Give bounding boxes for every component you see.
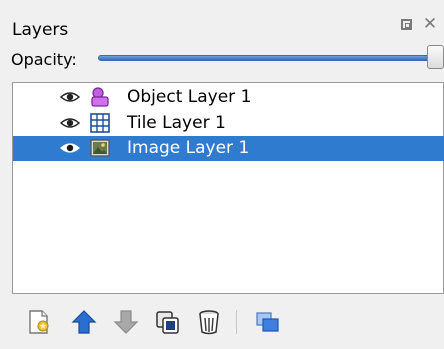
opacity-slider-track[interactable] [98,55,436,61]
visibility-eye-icon[interactable] [60,116,80,130]
panel-titlebar: Layers ✕ [0,0,444,44]
visibility-eye-icon[interactable] [60,141,80,155]
layer-row-tile-layer[interactable]: Tile Layer 1 [13,111,444,136]
visibility-eye-icon[interactable] [60,90,80,104]
close-panel-button[interactable]: ✕ [420,14,440,34]
float-panel-button[interactable] [396,14,416,34]
toolbar-separator [236,310,237,334]
image-layer-icon [90,139,110,157]
lower-layer-icon[interactable] [112,308,140,336]
layer-list: Object Layer 1 Tile Layer 1 Image Layer … [12,82,444,294]
tile-layer-icon [90,113,110,133]
layer-row-object-layer[interactable]: Object Layer 1 [13,85,444,110]
close-icon: ✕ [422,14,438,34]
layer-properties-icon[interactable] [254,308,282,336]
delete-layer-icon[interactable] [195,308,223,336]
new-layer-icon[interactable] [26,308,54,336]
raise-layer-icon[interactable] [70,308,98,336]
opacity-slider-thumb[interactable] [427,45,444,69]
layer-name: Object Layer 1 [127,87,252,107]
layer-name: Image Layer 1 [127,138,250,158]
opacity-label: Opacity: [11,50,77,69]
duplicate-layer-icon[interactable] [154,308,182,336]
layers-panel: Layers ✕ Opacity: Object Layer 1 Tile La… [0,0,444,349]
object-layer-icon [91,87,109,107]
float-icon [400,18,412,30]
layer-name: Tile Layer 1 [127,113,226,133]
layer-toolbar [0,294,444,349]
layer-row-image-layer[interactable]: Image Layer 1 [13,136,444,161]
panel-title: Layers [12,20,69,40]
